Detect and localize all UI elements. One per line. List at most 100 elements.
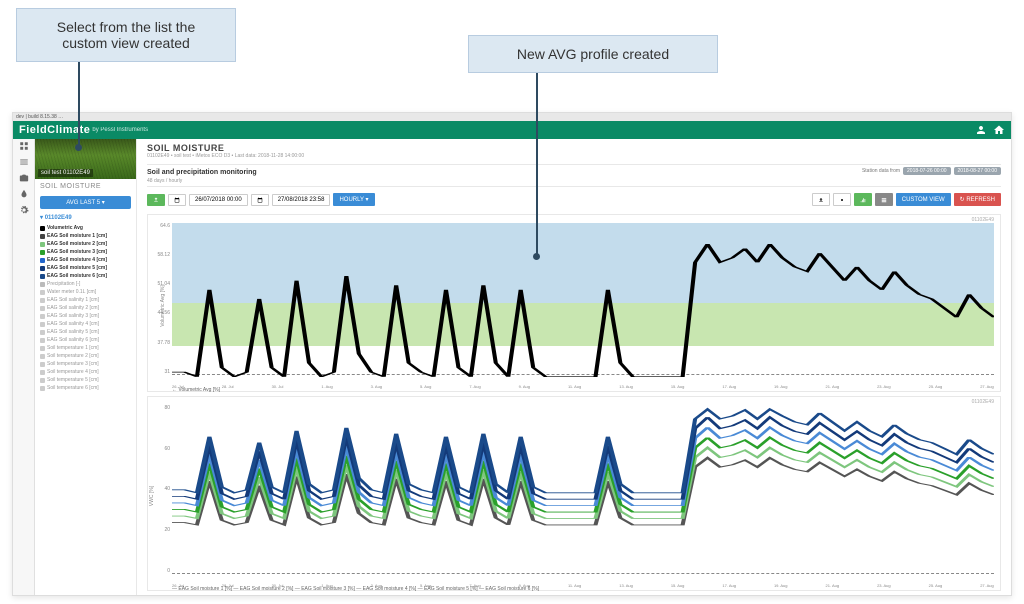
sensor-label: Volumetric Avg: [47, 225, 83, 231]
sensor-color-icon: [40, 266, 45, 271]
sensor-color-icon: [40, 314, 45, 319]
field-label: soil test 01102E49: [38, 169, 93, 177]
sensor-item[interactable]: Soil temperature 3 [cm]: [40, 360, 131, 368]
callout-dot: [75, 144, 82, 151]
export-button[interactable]: [147, 194, 165, 206]
callout-line: [536, 66, 538, 256]
sensor-color-icon: [40, 362, 45, 367]
plot-area: [172, 223, 994, 377]
sensor-item[interactable]: EAG Soil salinity 2 [cm]: [40, 304, 131, 312]
plot-area: [172, 405, 994, 576]
calendar-from-button[interactable]: [168, 194, 186, 206]
sensor-item[interactable]: Soil temperature 2 [cm]: [40, 352, 131, 360]
sensor-color-icon: [40, 338, 45, 343]
sensor-item[interactable]: EAG Soil moisture 3 [cm]: [40, 248, 131, 256]
custom-view-button[interactable]: CUSTOM VIEW: [896, 193, 951, 206]
sensor-color-icon: [40, 378, 45, 383]
sensor-color-icon: [40, 226, 45, 231]
sensor-color-icon: [40, 306, 45, 311]
chart-view-button[interactable]: [854, 193, 872, 206]
avg-last-button[interactable]: AVG LAST 5 ▾: [40, 196, 131, 209]
download-button[interactable]: [812, 193, 830, 206]
station-header[interactable]: 01102E49: [35, 211, 136, 224]
sidebar-title: SOIL MOISTURE: [35, 179, 136, 194]
sensor-item[interactable]: EAG Soil moisture 4 [cm]: [40, 256, 131, 264]
sensor-label: EAG Soil moisture 2 [cm]: [47, 241, 107, 247]
chart-legend: — EAG Soil moisture 1 [%] — EAG Soil moi…: [172, 586, 539, 592]
callout-select-view: Select from the list the custom view cre…: [16, 8, 236, 62]
sensor-label: Water meter 0.1L [cm]: [47, 289, 96, 295]
sensor-label: EAG Soil moisture 1 [cm]: [47, 233, 107, 239]
sensor-color-icon: [40, 354, 45, 359]
home-icon[interactable]: [993, 124, 1005, 136]
y-axis-ticks: 64.658.1251.0444.5637.7831: [152, 223, 170, 375]
date-to-input[interactable]: 27/08/2018 23:58: [272, 194, 331, 206]
y-axis-ticks: 806040200: [152, 405, 170, 574]
sensor-label: Soil temperature 6 [cm]: [47, 385, 99, 391]
x-axis-ticks: 26. Jul28. Jul30. Jul1. Aug3. Aug5. Aug7…: [172, 384, 994, 389]
sensor-item[interactable]: EAG Soil salinity 5 [cm]: [40, 328, 131, 336]
sensor-label: Soil temperature 1 [cm]: [47, 345, 99, 351]
nav-drop-icon[interactable]: [19, 189, 29, 199]
main-content: SOIL MOISTURE 01102E49 • soil test • iMe…: [137, 139, 1011, 595]
sensor-label: Soil temperature 2 [cm]: [47, 353, 99, 359]
sensor-label: Soil temperature 4 [cm]: [47, 369, 99, 375]
refresh-button[interactable]: ↻ REFRESH: [954, 193, 1001, 206]
sensor-item[interactable]: EAG Soil moisture 5 [cm]: [40, 264, 131, 272]
date-from-input[interactable]: 26/07/2018 00:00: [189, 194, 248, 206]
station-data-from-label: Station data from: [862, 168, 900, 174]
sensor-color-icon: [40, 242, 45, 247]
sensor-item[interactable]: EAG Soil salinity 6 [cm]: [40, 336, 131, 344]
callout-dot: [533, 253, 540, 260]
line-series: [172, 223, 994, 377]
sensor-color-icon: [40, 274, 45, 279]
sensor-item[interactable]: EAG Soil salinity 4 [cm]: [40, 320, 131, 328]
app-header: FieldClimate by Pessl Instruments: [13, 121, 1011, 139]
sensor-list: Volumetric Avg EAG Soil moisture 1 [cm] EA…: [35, 224, 136, 392]
sensor-item[interactable]: EAG Soil salinity 3 [cm]: [40, 312, 131, 320]
nav-gear-icon[interactable]: [19, 205, 29, 215]
nav-dashboard-icon[interactable]: [19, 141, 29, 151]
sensor-item[interactable]: Soil temperature 1 [cm]: [40, 344, 131, 352]
sensor-item[interactable]: EAG Soil moisture 1 [cm]: [40, 232, 131, 240]
nav-camera-icon[interactable]: [19, 173, 29, 183]
sensor-label: EAG Soil moisture 3 [cm]: [47, 249, 107, 255]
sensor-color-icon: [40, 234, 45, 239]
sensor-item[interactable]: Soil temperature 6 [cm]: [40, 384, 131, 392]
sensor-color-icon: [40, 258, 45, 263]
sensor-label: EAG Soil moisture 4 [cm]: [47, 257, 107, 263]
toolbar: 26/07/2018 00:00 27/08/2018 23:58 HOURLY…: [137, 189, 1011, 210]
field-thumbnail[interactable]: soil test 01102E49: [35, 139, 136, 179]
sidebar: soil test 01102E49 SOIL MOISTURE AVG LAS…: [35, 139, 137, 595]
sensor-item[interactable]: Precipitation [-]: [40, 280, 131, 288]
sensor-item[interactable]: Water meter 0.1L [cm]: [40, 288, 131, 296]
sensor-label: Soil temperature 3 [cm]: [47, 361, 99, 367]
sensor-color-icon: [40, 250, 45, 255]
sensor-label: EAG Soil salinity 3 [cm]: [47, 313, 99, 319]
settings-button[interactable]: [833, 193, 851, 206]
sensor-item[interactable]: Volumetric Avg: [40, 224, 131, 232]
date-badge-to: 2018-08-27 00:00: [954, 167, 1001, 175]
user-icon[interactable]: [975, 124, 987, 136]
calendar-to-button[interactable]: [251, 194, 269, 206]
app-window: dev | build 8.15.38 … FieldClimate by Pe…: [12, 112, 1012, 596]
nav-list-icon[interactable]: [19, 157, 29, 167]
hourly-dropdown[interactable]: HOURLY ▾: [333, 193, 374, 206]
sensor-label: EAG Soil salinity 6 [cm]: [47, 337, 99, 343]
sensor-color-icon: [40, 386, 45, 391]
sensor-color-icon: [40, 298, 45, 303]
sensor-label: EAG Soil salinity 1 [cm]: [47, 297, 99, 303]
sensor-color-icon: [40, 322, 45, 327]
sensor-item[interactable]: EAG Soil salinity 1 [cm]: [40, 296, 131, 304]
sensor-label: EAG Soil salinity 4 [cm]: [47, 321, 99, 327]
sensor-label: EAG Soil salinity 2 [cm]: [47, 305, 99, 311]
sensor-item[interactable]: Soil temperature 4 [cm]: [40, 368, 131, 376]
sensor-color-icon: [40, 330, 45, 335]
brand-subtitle: by Pessl Instruments: [92, 127, 148, 133]
table-view-button[interactable]: [875, 193, 893, 206]
sensor-item[interactable]: EAG Soil moisture 2 [cm]: [40, 240, 131, 248]
sensor-item[interactable]: EAG Soil moisture 6 [cm]: [40, 272, 131, 280]
chart-soil-moisture-sensors: 01102E49 VWC [%] 806040200 26. Jul28. Ju…: [147, 396, 1001, 591]
sensor-color-icon: [40, 282, 45, 287]
sensor-item[interactable]: Soil temperature 5 [cm]: [40, 376, 131, 384]
